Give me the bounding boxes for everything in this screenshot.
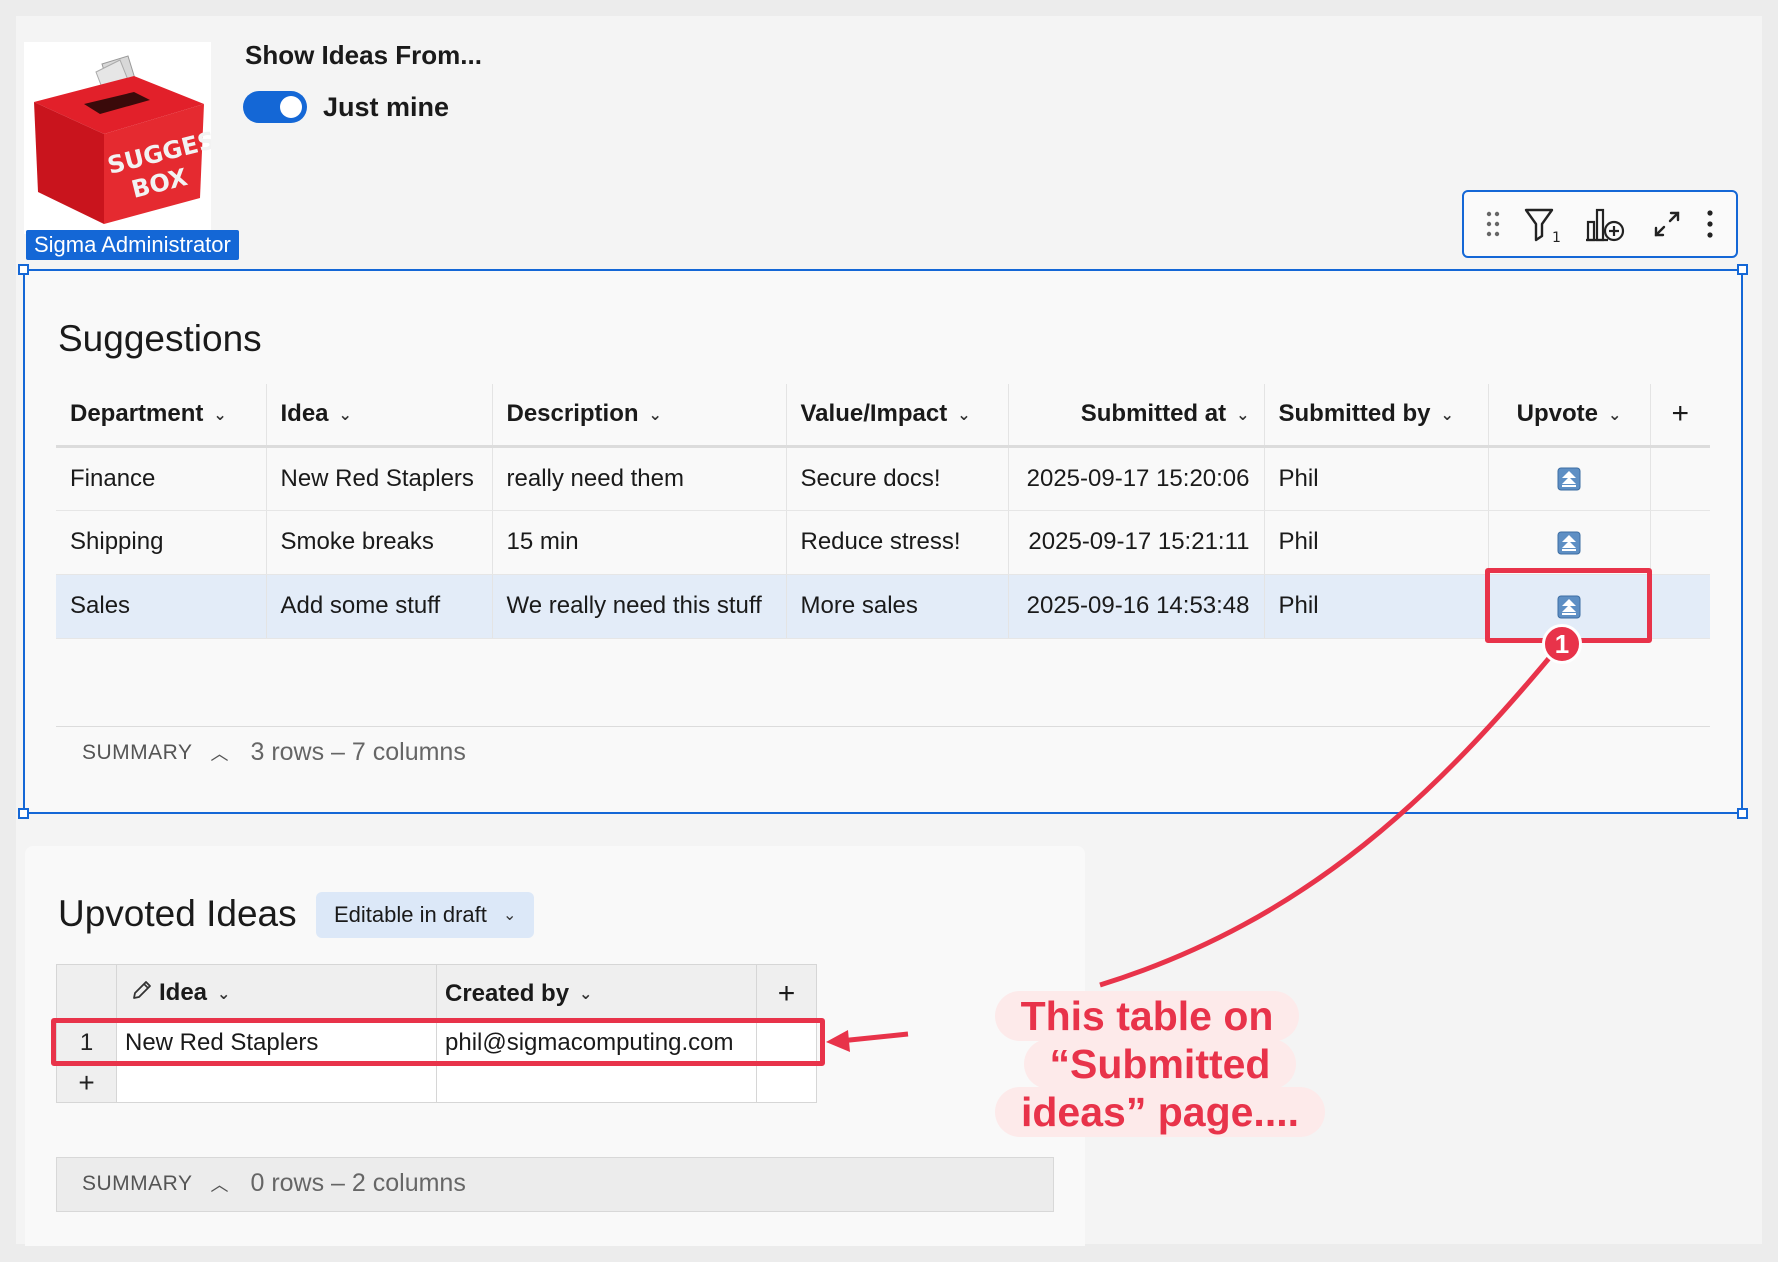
cell-submitted-at[interactable]: 2025-09-17 15:21:11	[1008, 510, 1265, 575]
summary-label: SUMMARY	[82, 740, 193, 764]
callout-line1: This table on “Submitted	[994, 991, 1300, 1089]
filter-count: 1	[1552, 230, 1561, 244]
callout-line2: ideas” page....	[995, 1087, 1325, 1137]
cell-description[interactable]: really need them	[492, 446, 787, 511]
toggle-knob	[280, 96, 302, 118]
chevron-down-icon[interactable]: ⌄	[1441, 405, 1454, 425]
resize-handle-br[interactable]	[1737, 808, 1748, 819]
cell-empty	[756, 1062, 817, 1103]
add-chart-icon[interactable]	[1584, 204, 1628, 244]
add-row-button[interactable]: +	[56, 1062, 117, 1103]
cell-submitted-at[interactable]: 2025-09-16 14:53:48	[1008, 574, 1265, 639]
summary-label: SUMMARY	[82, 1171, 193, 1195]
cell-department[interactable]: Sales	[56, 574, 267, 639]
chevron-down-icon: ⌄	[503, 907, 517, 925]
suggestions-summary[interactable]: SUMMARY ︿ 3 rows – 7 columns	[82, 738, 466, 767]
column-header-idea[interactable]: Idea ⌄	[116, 964, 437, 1023]
just-mine-label: Just mine	[323, 92, 450, 122]
resize-handle-bl[interactable]	[18, 808, 29, 819]
column-header-upvote[interactable]: Upvote ⌄	[1488, 384, 1651, 448]
cell-empty	[1650, 574, 1710, 639]
editable-in-draft-button[interactable]: Editable in draft ⌄	[316, 892, 535, 938]
chevron-down-icon[interactable]: ⌄	[1608, 405, 1621, 425]
table-row-selected[interactable]: Sales Add some stuff We really need this…	[56, 574, 1710, 639]
cell-value-impact[interactable]: Reduce stress!	[786, 510, 1009, 575]
cell-upvote[interactable]	[1488, 446, 1651, 511]
drag-handle-icon[interactable]	[1485, 209, 1501, 239]
just-mine-toggle[interactable]	[243, 91, 307, 123]
cell-empty	[1650, 510, 1710, 575]
annotation-box-row	[51, 1018, 825, 1066]
cell-submitted-by[interactable]: Phil	[1264, 574, 1489, 639]
user-badge: Sigma Administrator	[26, 230, 239, 260]
table-header-row: Department ⌄ Idea ⌄ Description ⌄ Value/Imp…	[56, 384, 1710, 448]
cell-submitted-by[interactable]: Phil	[1264, 446, 1489, 511]
chevron-down-icon[interactable]: ⌄	[339, 405, 352, 425]
pencil-icon	[131, 979, 153, 1008]
cell-upvote[interactable]	[1488, 510, 1651, 575]
cell-empty	[116, 1062, 437, 1103]
add-row: +	[56, 1062, 817, 1103]
suggestions-table: Department ⌄ Idea ⌄ Description ⌄ Value/Imp…	[56, 384, 1710, 639]
column-header-description[interactable]: Description ⌄	[492, 384, 787, 448]
show-ideas-title: Show Ideas From...	[245, 40, 482, 70]
summary-text: 0 rows – 2 columns	[250, 1169, 466, 1197]
chevron-down-icon[interactable]: ⌄	[213, 405, 226, 425]
cell-idea[interactable]: Add some stuff	[266, 574, 493, 639]
column-header-created-by[interactable]: Created by ⌄	[436, 964, 757, 1023]
table-header-row: Idea ⌄ Created by ⌄ +	[56, 964, 817, 1023]
row-number-header	[56, 964, 117, 1023]
column-header-submitted-at[interactable]: Submitted at ⌄	[1008, 384, 1265, 448]
cell-department[interactable]: Finance	[56, 446, 267, 511]
cell-submitted-at[interactable]: 2025-09-17 15:20:06	[1008, 446, 1265, 511]
resize-handle-tl[interactable]	[18, 264, 29, 275]
chevron-down-icon[interactable]: ⌄	[217, 984, 230, 1004]
column-header-department[interactable]: Department ⌄	[56, 384, 267, 448]
chevron-down-icon[interactable]: ⌄	[1236, 405, 1249, 425]
upvote-icon[interactable]	[1557, 467, 1581, 491]
chevron-down-icon[interactable]: ⌄	[649, 405, 662, 425]
cell-value-impact[interactable]: More sales	[786, 574, 1009, 639]
cell-idea[interactable]: New Red Staplers	[266, 446, 493, 511]
expand-icon[interactable]	[1650, 207, 1684, 241]
chevron-up-icon[interactable]: ︿	[210, 740, 228, 766]
column-header-value-impact[interactable]: Value/Impact ⌄	[786, 384, 1009, 448]
column-header-submitted-by[interactable]: Submitted by ⌄	[1264, 384, 1489, 448]
add-column-button[interactable]: +	[1650, 384, 1710, 448]
add-column-button[interactable]: +	[756, 964, 817, 1023]
chevron-up-icon[interactable]: ︿	[210, 1171, 228, 1197]
cell-empty	[436, 1062, 757, 1103]
cell-idea[interactable]: Smoke breaks	[266, 510, 493, 575]
element-toolbar: 1	[1462, 190, 1738, 258]
chevron-down-icon[interactable]: ⌄	[579, 984, 592, 1004]
cell-description[interactable]: 15 min	[492, 510, 787, 575]
summary-divider	[56, 726, 1710, 727]
cell-submitted-by[interactable]: Phil	[1264, 510, 1489, 575]
cell-department[interactable]: Shipping	[56, 510, 267, 575]
suggestion-box-logo: SUGGESTION BOX	[24, 42, 282, 234]
more-menu-icon[interactable]	[1705, 207, 1715, 241]
suggestions-title: Suggestions	[58, 318, 262, 359]
table-row[interactable]: Shipping Smoke breaks 15 min Reduce stre…	[56, 510, 1710, 575]
upvoted-summary[interactable]: SUMMARY ︿ 0 rows – 2 columns	[82, 1169, 466, 1198]
resize-handle-tr[interactable]	[1737, 264, 1748, 275]
annotation-callout: This table on “Submitted ideas” page....	[900, 991, 1420, 1137]
chevron-down-icon[interactable]: ⌄	[957, 405, 970, 425]
cell-description[interactable]: We really need this stuff	[492, 574, 787, 639]
cell-empty	[1650, 446, 1710, 511]
annotation-badge: 1	[1542, 624, 1582, 664]
column-header-idea[interactable]: Idea ⌄	[266, 384, 493, 448]
summary-text: 3 rows – 7 columns	[250, 738, 466, 766]
cell-value-impact[interactable]: Secure docs!	[786, 446, 1009, 511]
upvoted-ideas-title: Upvoted Ideas	[58, 893, 297, 934]
editable-in-draft-label: Editable in draft	[334, 902, 487, 927]
table-row[interactable]: Finance New Red Staplers really need the…	[56, 446, 1710, 511]
filter-icon[interactable]: 1	[1522, 204, 1562, 244]
upvote-icon[interactable]	[1557, 531, 1581, 555]
